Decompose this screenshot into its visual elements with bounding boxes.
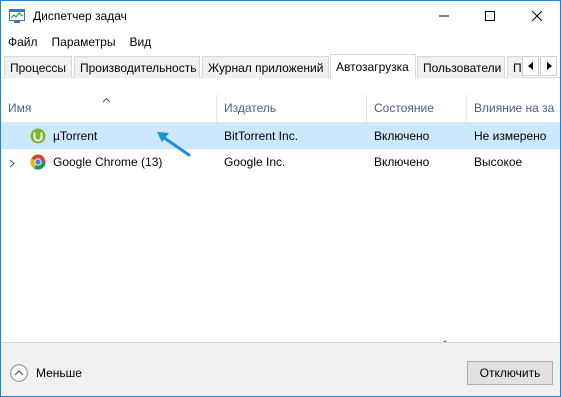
fewer-details-link[interactable]: Меньше [36, 366, 82, 380]
menu-view[interactable]: Вид [122, 32, 158, 52]
row-publisher: Google Inc. [224, 155, 286, 169]
menu-bar: Файл Параметры Вид [1, 32, 560, 52]
row-impact: Высокое [474, 155, 523, 169]
column-header-name[interactable]: Имя [1, 95, 217, 123]
column-header-impact[interactable]: Влияние на за [467, 95, 560, 123]
footer-bar: Меньше Отключить [1, 342, 560, 396]
tab-scroll-right-button[interactable] [540, 56, 557, 76]
tab-details[interactable]: По [507, 56, 523, 78]
table-row[interactable]: Google Chrome (13) Google Inc. Включено … [1, 149, 560, 175]
triangle-left-icon [527, 62, 533, 70]
row-publisher: BitTorrent Inc. [224, 129, 299, 143]
row-impact: Не измерено [474, 129, 547, 143]
title-bar[interactable]: Диспетчер задач [1, 1, 560, 31]
tab-startup[interactable]: Автозагрузка [330, 54, 416, 79]
chrome-icon [30, 154, 46, 170]
minimize-icon [439, 15, 449, 17]
window-title: Диспетчер задач [33, 9, 127, 23]
table-row[interactable]: µTorrent BitTorrent Inc. Включено Не изм… [1, 123, 560, 149]
row-status: Включено [374, 155, 430, 169]
column-header-publisher[interactable]: Издатель [217, 95, 367, 123]
tab-users[interactable]: Пользователи [417, 56, 505, 78]
menu-file[interactable]: Файл [1, 32, 45, 52]
tab-app-history[interactable]: Журнал приложений [202, 56, 329, 78]
maximize-icon [485, 11, 495, 21]
task-manager-icon [9, 9, 25, 23]
row-status: Включено [374, 129, 430, 143]
close-icon [532, 11, 542, 21]
disable-button[interactable]: Отключить [467, 361, 553, 385]
tab-strip: Процессы Производительность Журнал прило… [1, 54, 560, 79]
maximize-button[interactable] [467, 1, 513, 31]
tab-processes[interactable]: Процессы [4, 56, 72, 78]
startup-table: Имя Издатель Состояние Влияние на за µTo… [1, 79, 560, 341]
column-header-status[interactable]: Состояние [367, 95, 467, 123]
close-button[interactable] [514, 1, 560, 31]
menu-options[interactable]: Параметры [45, 32, 123, 52]
tab-performance[interactable]: Производительность [74, 56, 200, 78]
minimize-button[interactable] [421, 1, 467, 31]
triangle-right-icon [546, 62, 552, 70]
collapse-chevron-up-icon[interactable] [10, 364, 28, 382]
chevron-right-icon[interactable] [9, 157, 15, 171]
tab-scroll-left-button[interactable] [522, 56, 539, 76]
task-manager-window: Диспетчер задач Файл Параметры Вид Проце… [0, 0, 561, 397]
row-name: Google Chrome (13) [53, 155, 163, 169]
utorrent-icon [30, 128, 46, 144]
row-name: µTorrent [53, 129, 98, 143]
